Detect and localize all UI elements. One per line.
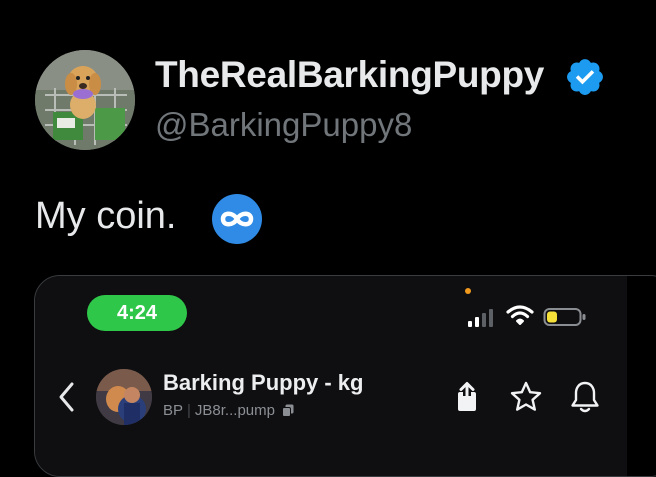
battery-icon: [543, 308, 586, 326]
profile-avatar[interactable]: [35, 50, 135, 150]
privacy-indicator-dot: [465, 288, 471, 294]
back-chevron-icon[interactable]: [57, 381, 77, 413]
coin-address: JB8r...pump: [194, 402, 275, 419]
user-handle[interactable]: @BarkingPuppy8: [155, 106, 412, 144]
coin-avatar-photo-icon: [96, 369, 152, 425]
coin-name: Barking Puppy - kg: [163, 370, 364, 395]
infinity-icon: [212, 194, 262, 244]
bell-icon[interactable]: [568, 379, 602, 415]
status-time-pill: 4:24: [87, 295, 187, 331]
star-icon[interactable]: [509, 380, 543, 414]
display-name[interactable]: TheRealBarkingPuppy: [155, 54, 544, 96]
share-icon[interactable]: [453, 380, 481, 414]
tweet-text: My coin.: [35, 195, 177, 237]
wifi-icon: [506, 305, 534, 325]
media-right-edge: [627, 276, 656, 476]
copy-icon[interactable]: [281, 404, 294, 417]
verified-badge-icon[interactable]: [564, 56, 606, 98]
coin-avatar: [96, 369, 152, 425]
coin-subtitle: BP | JB8r...pump: [163, 402, 294, 419]
status-time: 4:24: [116, 301, 158, 324]
tweet-media-image[interactable]: 4:24 Barking Puppy - kg BP | JB8r...pump: [34, 275, 656, 477]
puppy-photo-icon: [35, 50, 135, 150]
coin-ticker: BP: [163, 402, 184, 419]
coin-separator: |: [187, 402, 191, 419]
cellular-signal-icon: [468, 309, 493, 327]
phone-screenshot: 4:24 Barking Puppy - kg BP | JB8r...pump: [35, 276, 627, 476]
